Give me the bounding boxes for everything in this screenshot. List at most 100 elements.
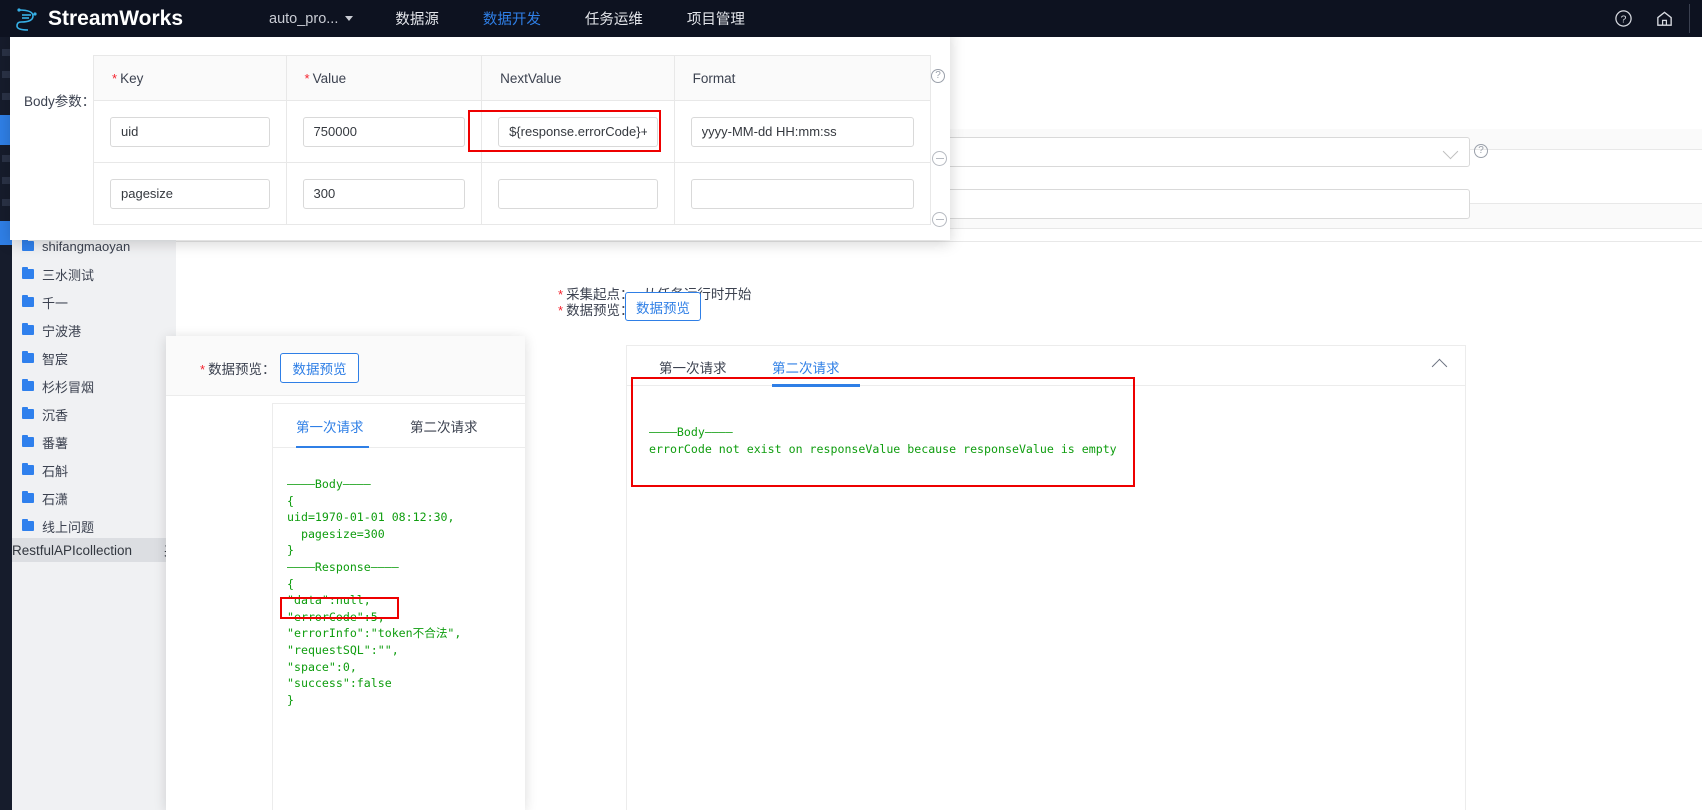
main-nav-links: 数据源 数据开发 任务运维 项目管理 (395, 8, 745, 29)
column-header-label: Value (312, 70, 347, 86)
tree-item-label: 石斛 (42, 463, 69, 479)
folder-icon (22, 406, 34, 419)
nav-item-project-management[interactable]: 项目管理 (687, 8, 745, 29)
project-selector-label: auto_pro... (269, 10, 339, 27)
help-icon[interactable]: ? (1614, 9, 1633, 28)
rail-tick[interactable] (2, 93, 10, 100)
tree-item-chenxiang[interactable]: 沉香 (12, 400, 176, 428)
tab-second-request[interactable]: 第二次请求 (410, 404, 478, 448)
table-row (94, 163, 930, 225)
column-header-nextvalue: NextValue (482, 56, 675, 100)
tab-active-underline (772, 384, 860, 387)
dialog-preview-code: ————Body———— { uid=1970-01-01 08:12:30, … (287, 477, 462, 707)
data-preview-dialog: * 数据预览： 数据预览 第一次请求 第二次请求 ————Body———— { u… (166, 336, 525, 810)
dialog-preview-body: 第一次请求 第二次请求 ————Body———— { uid=1970-01-0… (272, 403, 525, 810)
remove-row-icon[interactable] (932, 151, 947, 166)
remove-row-icon[interactable] (932, 212, 947, 227)
dialog-tabs: 第一次请求 第二次请求 (273, 404, 525, 448)
rail-tick[interactable] (2, 177, 10, 184)
table-row (94, 101, 930, 163)
tree-item-qianyi[interactable]: 千一 (12, 288, 176, 316)
rail-tick[interactable] (2, 71, 10, 78)
tree-item-shihu[interactable]: 石斛 (12, 456, 176, 484)
tree-item-label: 杉杉冒烟 (42, 379, 95, 395)
cell-format (675, 101, 930, 162)
column-header-label: Key (120, 70, 144, 86)
key-input[interactable] (110, 116, 270, 147)
cell-value (287, 163, 483, 224)
value-input[interactable] (302, 116, 466, 147)
home-icon[interactable] (1655, 9, 1674, 28)
rail-tick[interactable] (2, 199, 10, 206)
dialog-data-preview-button[interactable]: 数据预览 (280, 353, 359, 383)
tree-item-sanshuiceshi[interactable]: 三水测试 (12, 260, 176, 288)
column-header-key: * Key (94, 56, 287, 100)
folder-icon (22, 434, 34, 447)
question-mark-icon[interactable]: ? (931, 69, 945, 83)
value-input[interactable] (302, 178, 466, 209)
second-request-panel: 第一次请求 第二次请求 ————Body———— errorCode not e… (626, 345, 1466, 810)
project-selector[interactable]: auto_pro... (269, 10, 354, 27)
tree-selected-label: RestfulAPIcollection (12, 542, 133, 558)
nav-item-data-development[interactable]: 数据开发 (483, 8, 541, 29)
tree-item-fanshu[interactable]: 番薯 (12, 428, 176, 456)
cell-value (287, 101, 483, 162)
cell-nextvalue (482, 163, 675, 224)
column-header-value: * Value (287, 56, 483, 100)
data-preview-row-label: * 数据预览： (558, 299, 634, 319)
nextvalue-input[interactable] (498, 116, 658, 147)
folder-icon (22, 490, 34, 503)
rail-tick[interactable] (2, 155, 10, 162)
column-header-label: Format (692, 70, 736, 86)
cell-format (675, 163, 930, 224)
format-input[interactable] (690, 116, 914, 147)
tree-item-label: 三水测试 (42, 267, 95, 283)
folder-icon (22, 238, 34, 251)
folder-icon (22, 518, 34, 531)
tab-first-request[interactable]: 第一次请求 (659, 357, 727, 377)
required-star: * (200, 362, 206, 377)
tree-item-shixiao[interactable]: 石潇 (12, 484, 176, 512)
tree-item-label: 宁波港 (42, 323, 82, 339)
data-preview-button[interactable]: 数据预览 (625, 292, 701, 321)
folder-icon (22, 294, 34, 307)
svg-text:?: ? (1621, 14, 1627, 25)
tree-item-label: 石潇 (42, 491, 69, 507)
nav-item-datasource[interactable]: 数据源 (395, 8, 439, 29)
rail-tick[interactable] (2, 49, 10, 56)
brand-logo-area[interactable]: StreamWorks (14, 6, 183, 32)
brand-name: StreamWorks (48, 6, 184, 30)
format-input[interactable] (690, 178, 914, 209)
folder-icon (22, 378, 34, 391)
key-input[interactable] (110, 178, 270, 209)
right-panel-tabs: 第一次请求 第二次请求 (627, 346, 1465, 387)
nav-divider (1689, 4, 1690, 33)
tree-item-shanshanmaoyan[interactable]: 杉杉冒烟 (12, 372, 176, 400)
tree-item-label: 线上问题 (42, 519, 95, 535)
bg-divider (176, 241, 1702, 242)
required-star: * (112, 70, 118, 86)
nav-item-task-ops[interactable]: 任务运维 (585, 8, 643, 29)
chevron-down-icon (345, 16, 354, 21)
question-mark-icon[interactable]: ? (1474, 144, 1488, 158)
tree-item-xianshangwenti[interactable]: 线上问题 (12, 512, 176, 540)
tree-item-restfulapicollection[interactable]: RestfulAPIcollection 采 (12, 538, 178, 562)
tree-item-label: 智宸 (42, 351, 69, 367)
cell-key (94, 163, 287, 224)
table-header-row: * Key * Value NextValue Format (94, 56, 930, 101)
tab-second-request[interactable]: 第二次请求 (772, 357, 840, 377)
tab-first-request[interactable]: 第一次请求 (296, 404, 364, 448)
nextvalue-input[interactable] (498, 178, 658, 209)
chevron-up-icon[interactable] (1431, 358, 1448, 375)
top-navigation-bar: StreamWorks auto_pro... 数据源 数据开发 任务运维 项目… (0, 0, 1702, 37)
body-parameters-table: * Key * Value NextValue Format (93, 55, 931, 225)
tree-item-zhichen[interactable]: 智宸 (12, 344, 176, 372)
tree-item-ningbogang[interactable]: 宁波港 (12, 316, 176, 344)
column-header-label: NextValue (500, 70, 562, 86)
cell-key (94, 101, 287, 162)
body-parameters-panel: Body参数： * Key * Value NextValue Format u… (10, 28, 950, 240)
tab-active-underline (296, 445, 369, 448)
body-params-label: Body参数： (24, 94, 96, 109)
required-star: * (304, 70, 310, 86)
project-file-tree: shifangmaoyan 三水测试 千一 宁波港 智宸 杉杉冒烟 沉香 番薯 … (12, 232, 176, 810)
